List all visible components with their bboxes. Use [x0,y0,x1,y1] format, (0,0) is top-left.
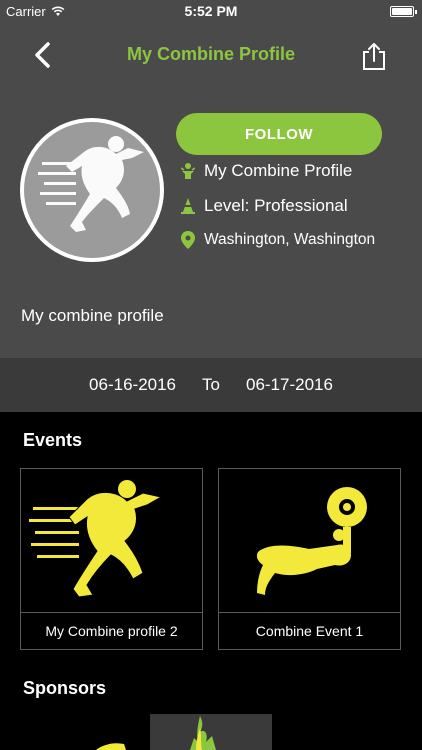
battery-icon [390,6,417,17]
profile-level-row: Level: Professional [180,196,348,216]
event-card[interactable]: Combine Event 1 [218,468,401,650]
avatar [20,118,164,262]
profile-name-row: My Combine Profile [180,161,352,181]
sprinter-icon [38,136,144,232]
profile-header: My Combine Profile FOLLOW My Combine Pro… [0,22,422,358]
date-separator: To [202,375,220,394]
page-title: My Combine Profile [126,44,296,64]
status-time: 5:52 PM [184,3,238,19]
profile-location-row: Washington, Washington [180,231,375,249]
combine-icon [180,162,196,180]
sprinter-icon [29,480,163,598]
events-heading: Events [23,430,83,450]
location-pin-icon [180,231,196,249]
profile-location: Washington, Washington [204,231,376,248]
sponsors-heading: Sponsors [23,678,107,698]
profile-level: Level: Professional [204,196,348,215]
status-bar: Carrier 5:52 PM [0,0,422,22]
flame-icon [190,716,216,750]
cone-icon [180,197,196,215]
profile-name: My Combine Profile [204,161,353,180]
sponsor-logo[interactable] [150,714,272,750]
sponsor-logo[interactable] [96,730,126,750]
event-card[interactable]: My Combine profile 2 [20,468,203,650]
weightlifter-icon [256,487,367,595]
date-range-bar: 06-16-2016 To 06-17-2016 [0,358,422,412]
date-start[interactable]: 06-16-2016 [89,375,176,395]
follow-button[interactable]: FOLLOW [176,113,382,155]
date-end[interactable]: 06-17-2016 [246,375,333,395]
event-label: Combine Event 1 [219,612,400,649]
profile-description: My combine profile [21,306,164,325]
share-icon[interactable] [360,42,388,72]
event-label: My Combine profile 2 [21,612,202,649]
